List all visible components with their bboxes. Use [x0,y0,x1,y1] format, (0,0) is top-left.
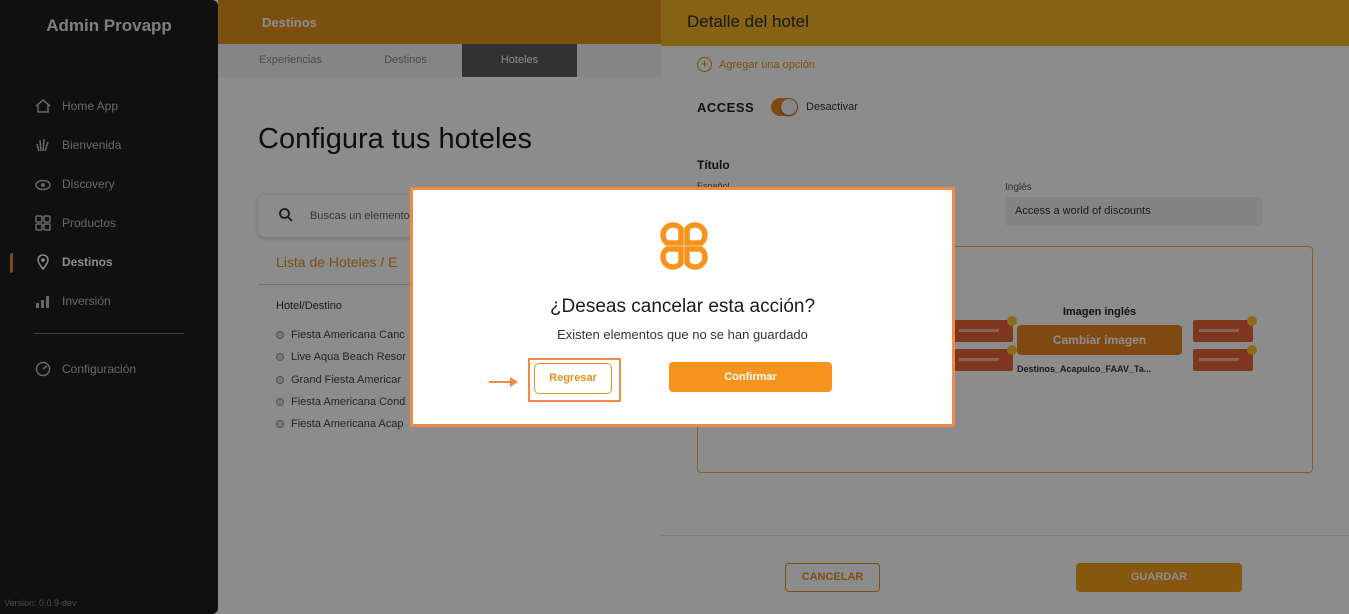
clover-logo-icon [660,222,708,270]
confirm-button[interactable]: Confirmar [669,362,832,392]
confirm-cancel-dialog: ¿Deseas cancelar esta acción? Existen el… [410,187,955,427]
back-button[interactable]: Regresar [534,363,612,394]
dialog-message: Existen elementos que no se han guardado [557,327,808,342]
pointer-arrow-icon [489,377,518,387]
dialog-title: ¿Deseas cancelar esta acción? [549,296,816,317]
